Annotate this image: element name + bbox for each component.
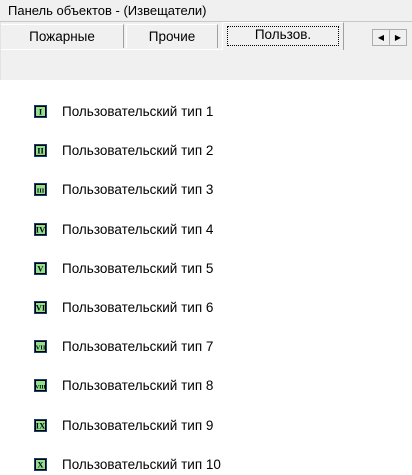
list-item-label: Пользовательский тип 5 — [62, 260, 214, 276]
panel-title: Панель объектов - (Извещатели) — [0, 0, 412, 22]
list-item[interactable]: VI Пользовательский тип 6 — [0, 298, 412, 318]
svg-text:V: V — [37, 263, 44, 273]
list-item[interactable]: III Пользовательский тип 3 — [0, 180, 412, 200]
user-type-6-icon: VI — [34, 301, 47, 314]
user-type-1-icon: I — [34, 105, 47, 118]
list-item-label: Пользовательский тип 7 — [62, 339, 214, 355]
tab-strip: Пожарные Прочие Пользов. ◀ ▶ — [0, 22, 412, 80]
user-type-2-icon: II — [34, 144, 47, 158]
tab-fire[interactable]: Пожарные — [0, 24, 124, 48]
svg-text:X: X — [37, 459, 44, 469]
user-type-4-icon: IV — [34, 222, 47, 236]
list-item-label: Пользовательский тип 8 — [62, 378, 214, 394]
list-item[interactable]: IV Пользовательский тип 4 — [0, 220, 412, 240]
user-type-9-icon: IX — [34, 418, 47, 432]
tab-label: Пожарные — [29, 29, 95, 44]
list-item[interactable]: IX Пользовательский тип 9 — [0, 416, 412, 436]
object-panel: Панель объектов - (Извещатели) Пожарные … — [0, 0, 412, 472]
user-type-8-icon: VIII — [34, 379, 47, 393]
svg-text:IV: IV — [36, 224, 46, 234]
user-type-10-icon: X — [34, 457, 47, 471]
user-type-7-icon: VII — [34, 340, 47, 354]
arrow-left-icon[interactable]: ◀ — [372, 29, 390, 46]
svg-text:IX: IX — [36, 420, 46, 430]
list-item[interactable]: VII Пользовательский тип 7 — [0, 337, 412, 357]
user-type-5-icon: V — [34, 261, 47, 275]
list-item-label: Пользовательский тип 9 — [62, 417, 214, 433]
svg-text:VIII: VIII — [35, 385, 45, 391]
list-item[interactable]: V Пользовательский тип 5 — [0, 259, 412, 279]
list-item-label: Пользовательский тип 6 — [62, 300, 214, 315]
list-item-label: Пользовательский тип 1 — [62, 104, 214, 119]
user-type-3-icon: III — [34, 183, 47, 197]
list-item[interactable]: I Пользовательский тип 1 — [0, 102, 412, 122]
tab-other[interactable]: Прочие — [126, 24, 218, 48]
tab-scroll-buttons: ◀ ▶ — [372, 29, 412, 46]
list-item-label: Пользовательский тип 4 — [62, 221, 214, 237]
list-item[interactable]: II Пользовательский тип 2 — [0, 141, 412, 161]
svg-text:VII: VII — [36, 345, 46, 352]
object-list: I Пользовательский тип 1 II Пользовательски… — [0, 80, 412, 472]
list-item-label: Пользовательский тип 3 — [62, 182, 214, 198]
arrow-right-icon[interactable]: ▶ — [389, 29, 407, 46]
list-item-label: Пользовательский тип 2 — [62, 143, 214, 159]
svg-text:III: III — [37, 188, 45, 195]
tab-label: Прочие — [148, 29, 196, 44]
list-item[interactable]: VIII Пользовательский тип 8 — [0, 376, 412, 396]
svg-text:VI: VI — [36, 303, 46, 313]
tab-focus-rect — [227, 26, 339, 46]
tab-user[interactable]: Пользов. — [222, 22, 344, 50]
svg-text:II: II — [37, 146, 44, 156]
